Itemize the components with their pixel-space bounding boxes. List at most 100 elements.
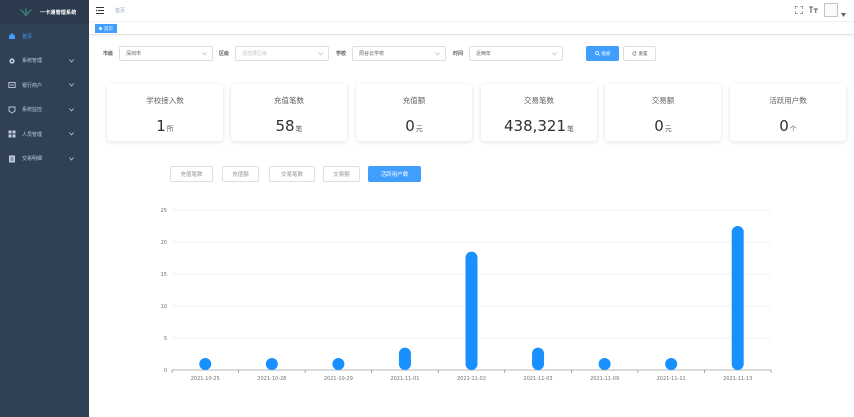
stat-card-unit: 笔 — [295, 125, 303, 133]
reset-button-label: 重置 — [638, 51, 648, 57]
stat-card-unit: 所 — [166, 125, 174, 133]
x-tick-label: 2021-11-11 — [657, 376, 686, 382]
bar-2021-10-25[interactable] — [199, 358, 212, 370]
x-tick-label: 2021-11-02 — [457, 376, 486, 382]
avatar[interactable] — [824, 3, 838, 17]
district-label: 区级 — [219, 51, 230, 57]
school-select-value: 周谷云学校 — [359, 51, 385, 57]
sidebar-item-transactions[interactable]: 交易明细 — [0, 147, 89, 172]
hamburger-icon[interactable] — [96, 7, 104, 14]
reset-button[interactable]: 重置 — [623, 46, 656, 61]
x-tick-label: 2021-11-13 — [723, 376, 752, 382]
bar-2021-11-01[interactable] — [398, 347, 411, 370]
time-label: 时间 — [453, 51, 464, 57]
sidebar: 一卡通管理系统 首页系统管理银行商户系统监控人员管理交易明细 — [0, 0, 89, 417]
sidebar-item-label: 首页 — [22, 33, 33, 40]
stat-card-value-row: 1所 — [107, 116, 223, 135]
bar-chart: 0 5 10 15 20 25 2021-10-25 2021-10-28 2021-10-29… — [161, 208, 772, 382]
breadcrumb[interactable]: 首页 — [115, 7, 125, 14]
chart-tab-recharge-amount[interactable]: 充值额 — [222, 166, 259, 182]
filter-bar: 市级 深圳市 区级 请选择区级 学校 周谷云学校 时间 近两年 搜索 重置 — [89, 42, 854, 66]
chevron-down-icon — [69, 83, 74, 87]
school-label: 学校 — [336, 51, 347, 57]
stat-card-title: 学校接入数 — [146, 96, 184, 105]
sidebar-item-people[interactable]: 人员管理 — [0, 122, 89, 147]
stat-card-unit: 笔 — [567, 125, 575, 133]
sidebar-item-label: 交易明细 — [22, 156, 43, 163]
chevron-down-icon — [69, 58, 74, 63]
tags-bar: 首页 — [89, 22, 854, 35]
bar-2021-11-13[interactable] — [731, 226, 744, 370]
sidebar-item-system[interactable]: 系统管理 — [0, 49, 89, 74]
bar-2021-11-09[interactable] — [598, 358, 611, 370]
chevron-down-icon — [69, 132, 74, 136]
stat-card-value: 1 — [156, 117, 166, 135]
x-tick-label: 2021-11-01 — [390, 376, 419, 382]
bar-2021-10-28[interactable] — [265, 358, 278, 370]
x-tick-label: 2021-10-28 — [257, 376, 286, 382]
stat-card-value-row: 0元 — [605, 116, 721, 135]
search-icon — [594, 51, 600, 56]
x-tick-label: 2021-11-03 — [524, 376, 553, 382]
sidebar-item-label: 人员管理 — [22, 131, 43, 138]
chevron-down-icon — [318, 52, 323, 56]
app-root: 一卡通管理系统 首页 系统管理 银行商户 系统监控 人员管理 交易明细 首页 首… — [0, 0, 854, 417]
bar-2021-11-03[interactable] — [532, 347, 545, 370]
stat-card-value: 58 — [275, 117, 295, 135]
stat-card-title: 充值额 — [402, 96, 426, 105]
search-button[interactable]: 搜索 — [586, 46, 619, 61]
sidebar-logo[interactable]: 一卡通管理系统 — [0, 0, 89, 24]
chart-tab-active-users[interactable]: 活跃用户数 — [368, 166, 421, 182]
city-label: 市级 — [103, 51, 114, 57]
y-tick-label: 20 — [161, 240, 167, 246]
tag-dot-icon — [99, 27, 102, 30]
district-select[interactable]: 请选择区级 — [235, 46, 329, 61]
header-right — [790, 3, 846, 17]
stat-card-title: 活跃用户数 — [769, 96, 807, 105]
tag-label: 首页 — [104, 26, 113, 32]
stat-card-transaction-amount: 交易额 0元 — [605, 84, 721, 141]
stat-card-value: 438,321 — [503, 117, 567, 135]
chevron-down-icon — [69, 156, 74, 161]
stat-card-title: 充值笔数 — [274, 96, 304, 105]
fullscreen-icon[interactable] — [794, 5, 804, 15]
bar-2021-10-29[interactable] — [332, 358, 345, 370]
chart-tab-transaction-count[interactable]: 交易笔数 — [269, 166, 315, 182]
stat-card-unit: 元 — [415, 125, 423, 133]
app-title: 一卡通管理系统 — [40, 9, 77, 16]
stat-card-value: 0 — [779, 117, 789, 135]
tag-home[interactable]: 首页 — [95, 24, 117, 33]
city-select-value: 深圳市 — [126, 51, 142, 57]
sidebar-item-label: 系统管理 — [22, 58, 43, 65]
x-tick-label: 2021-10-25 — [191, 376, 220, 382]
bar-2021-11-02[interactable] — [465, 251, 478, 370]
search-button-label: 搜索 — [601, 51, 611, 57]
stat-card-school-count: 学校接入数 1所 — [107, 84, 223, 141]
y-tick-label: 10 — [161, 304, 167, 310]
bar-2021-11-11[interactable] — [665, 358, 678, 370]
sidebar-item-bank-merchant[interactable]: 银行商户 — [0, 73, 89, 98]
stat-card-value-row: 0元 — [356, 116, 472, 135]
stat-card-active-users: 活跃用户数 0个 — [730, 84, 846, 141]
stat-card-unit: 元 — [664, 125, 672, 133]
x-tick-label: 2021-11-09 — [590, 376, 619, 382]
sidebar-item-monitor[interactable]: 系统监控 — [0, 98, 89, 123]
stat-card-value: 0 — [405, 117, 415, 135]
time-select[interactable]: 近两年 — [469, 46, 563, 61]
chevron-down-icon — [202, 52, 207, 56]
city-select[interactable]: 深圳市 — [119, 46, 213, 61]
sidebar-item-label: 系统监控 — [22, 107, 43, 114]
caret-down-icon[interactable] — [841, 12, 846, 17]
school-select[interactable]: 周谷云学校 — [352, 46, 446, 61]
stat-card-unit: 个 — [789, 125, 797, 133]
monitor-icon — [8, 106, 16, 114]
x-tick-label: 2021-10-29 — [324, 376, 353, 382]
chart-tab-recharge-count[interactable]: 充值笔数 — [170, 166, 213, 182]
chevron-down-icon — [69, 107, 74, 112]
sidebar-item-home[interactable]: 首页 — [0, 24, 89, 49]
district-select-placeholder: 请选择区级 — [242, 51, 268, 57]
people-icon — [8, 130, 16, 138]
font-size-icon[interactable] — [808, 5, 818, 15]
chart-tab-transaction-amount[interactable]: 交易额 — [323, 166, 360, 182]
y-tick-label: 15 — [161, 272, 167, 278]
